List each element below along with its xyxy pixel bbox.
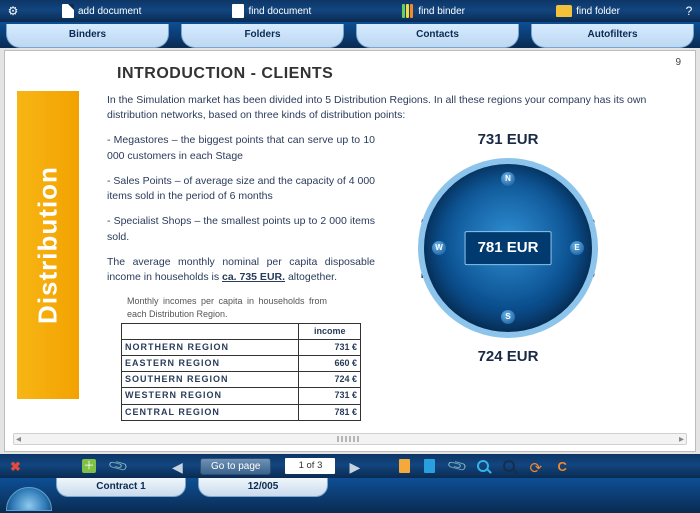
compass-value-north: 731 EUR — [478, 129, 539, 151]
footer-tab-contract1[interactable]: Contract 1 — [56, 478, 186, 497]
find-folder-button[interactable]: find folder — [556, 5, 620, 17]
row-northern: NORTHERN REGION — [122, 340, 299, 356]
tabstrip: Binders Folders Contacts Autofilters — [0, 22, 700, 48]
help-icon[interactable]: ? — [682, 4, 696, 18]
bullet-specialist: - Specialist Shops – the smallest points… — [107, 214, 375, 244]
binder-icon — [402, 4, 414, 18]
doc-orange-icon[interactable] — [399, 459, 410, 473]
c-icon[interactable]: C — [557, 459, 571, 473]
row-southern: SOUTHERN REGION — [122, 372, 299, 388]
tab-contacts[interactable]: Contacts — [356, 24, 519, 48]
compass-s-icon: S — [501, 310, 515, 324]
average-income-line: The average monthly nominal per capita d… — [107, 255, 375, 285]
compass-n-icon: N — [501, 172, 515, 186]
find-document-button[interactable]: find document — [232, 4, 311, 18]
document-title: INTRODUCTION - CLIENTS — [117, 65, 683, 83]
intro-paragraph: In the Simulation market has been divide… — [107, 93, 683, 123]
footer-tab-12005[interactable]: 12/005 — [198, 478, 328, 497]
bullet-salespoints: - Sales Points – of average size and the… — [107, 174, 375, 204]
goto-page-button[interactable]: Go to page — [200, 458, 271, 475]
compass-value-south: 724 EUR — [478, 346, 539, 368]
add-icon[interactable]: ＋ — [82, 459, 96, 473]
footer-tabstrip: Contract 1 12/005 — [0, 478, 700, 513]
document-search-icon — [232, 4, 244, 18]
tab-folders[interactable]: Folders — [181, 24, 344, 48]
bottom-toolbar: ✖ ＋ 📎 ◀ Go to page 1 of 3 ▶ 📎 ⟳ C — [0, 454, 700, 478]
find-document-label: find document — [248, 6, 311, 17]
document-viewport: 9 INTRODUCTION - CLIENTS Distribution In… — [4, 50, 696, 452]
document-icon — [62, 4, 74, 18]
find-binder-button[interactable]: find binder — [402, 4, 465, 18]
delete-icon[interactable]: ✖ — [10, 459, 24, 473]
compass-disc: N S E W 781 EUR — [418, 158, 598, 338]
top-toolbar: ⚙ add document find document find binder… — [0, 0, 700, 22]
compass-w-icon: W — [432, 241, 446, 255]
prev-page-icon[interactable]: ◀ — [172, 459, 186, 473]
page-number: 9 — [675, 57, 681, 68]
tab-autofilters[interactable]: Autofilters — [531, 24, 694, 48]
col-income: income — [299, 324, 361, 340]
attach-icon[interactable]: 📎 — [107, 456, 126, 475]
row-western: WESTERN REGION — [122, 388, 299, 404]
table-caption: Monthly incomes per capita in households… — [127, 295, 327, 321]
section-band: Distribution — [17, 91, 79, 399]
find-binder-label: find binder — [418, 6, 465, 17]
next-page-icon[interactable]: ▶ — [349, 459, 363, 473]
bullet-megastores: - Megastores – the biggest points that c… — [107, 133, 375, 163]
row-central: CENTRAL REGION — [122, 404, 299, 420]
horizontal-scrollbar[interactable]: ◂ ▸ — [13, 433, 687, 445]
scroll-right-icon[interactable]: ▸ — [679, 434, 684, 445]
folder-icon — [556, 5, 572, 17]
attach2-icon[interactable]: 📎 — [447, 456, 466, 475]
income-table: income NORTHERN REGION731 € EASTERN REGI… — [121, 323, 361, 420]
zoom-out-icon[interactable] — [503, 460, 515, 472]
zoom-in-icon[interactable] — [477, 460, 489, 472]
add-document-button[interactable]: add document — [62, 4, 141, 18]
find-folder-label: find folder — [576, 6, 620, 17]
compass-center-value: 781 EUR — [465, 232, 552, 266]
scroll-grip-icon[interactable] — [337, 436, 361, 442]
compass-e-icon: E — [570, 241, 584, 255]
doc-blue-icon[interactable] — [424, 459, 435, 473]
section-band-label: Distribution — [33, 166, 64, 324]
tab-binders[interactable]: Binders — [6, 24, 169, 48]
scroll-left-icon[interactable]: ◂ — [16, 434, 21, 445]
compass-chart: 731 EUR 724 EUR 731 EUR 660 EUR N S E W … — [393, 133, 623, 363]
row-eastern: EASTERN REGION — [122, 356, 299, 372]
refresh-icon[interactable]: ⟳ — [529, 459, 543, 473]
settings-icon[interactable]: ⚙ — [4, 4, 22, 18]
page-indicator[interactable]: 1 of 3 — [285, 458, 335, 474]
add-document-label: add document — [78, 6, 141, 17]
